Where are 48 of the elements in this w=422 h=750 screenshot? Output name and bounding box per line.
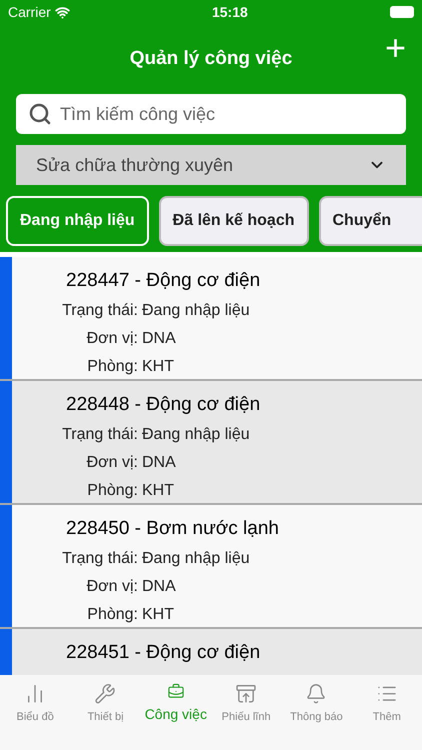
field-label: Đơn vị: bbox=[86, 328, 138, 348]
tools-icon bbox=[93, 683, 118, 704]
search-icon bbox=[28, 102, 52, 126]
tab-item[interactable]: Phiếu lĩnh bbox=[210, 683, 282, 725]
filter-chip[interactable]: Chuyển bbox=[318, 196, 422, 246]
battery-icon bbox=[390, 6, 414, 18]
filter-chip[interactable]: Đang nhập liệu bbox=[6, 196, 149, 246]
tab-item[interactable]: Công việc bbox=[140, 683, 211, 725]
wifi-icon bbox=[54, 4, 70, 20]
tab-item[interactable]: Thêm bbox=[352, 683, 422, 725]
tab-item[interactable]: Biểu đồ bbox=[0, 683, 70, 725]
field-label: Phòng: bbox=[86, 604, 138, 624]
add-button[interactable]: + bbox=[384, 30, 406, 66]
clock: 15:18 bbox=[212, 2, 248, 22]
field-value: Đang nhập liệu bbox=[142, 548, 251, 568]
field-value: KHT bbox=[142, 604, 175, 624]
field-value: DNA bbox=[142, 328, 177, 348]
search-input[interactable]: Tìm kiếm công việc bbox=[60, 100, 394, 128]
field-value: DNA bbox=[142, 576, 177, 596]
field-label: Trạng thái: bbox=[61, 548, 138, 568]
field-label: Trạng thái: bbox=[61, 300, 138, 320]
job-card[interactable]: 228448 - Động cơ điện Trạng thái: Đang nhập liệu Đơn vị: DNA Phòng: KHT bbox=[0, 381, 422, 505]
field-value: DNA bbox=[142, 452, 177, 472]
archive-icon bbox=[234, 683, 258, 704]
job-card[interactable]: 228447 - Động cơ điện Trạng thái: Đang nhập liệu Đơn vị: DNA Phòng: KHT bbox=[0, 257, 422, 381]
field-label: Đơn vị: bbox=[86, 576, 138, 596]
field-value: KHT bbox=[142, 480, 175, 500]
job-title: 228447 - Động cơ điện bbox=[66, 269, 260, 293]
field-label: Phòng: bbox=[86, 356, 138, 376]
field-label: Đơn vị: bbox=[86, 452, 138, 472]
field-value: Đang nhập liệu bbox=[142, 424, 251, 444]
field-label: Trạng thái: bbox=[61, 424, 138, 444]
field-value: Đang nhập liệu bbox=[142, 300, 251, 320]
field-label: Phòng: bbox=[86, 480, 138, 500]
tab-item[interactable]: Thiết bị bbox=[70, 683, 141, 725]
job-card[interactable]: 228450 - Bơm nước lạnh Trạng thái: Đang nhập liệu Đơn vị: DNA Phòng: KHT bbox=[0, 505, 422, 629]
tab-item[interactable]: Thông báo bbox=[281, 683, 352, 725]
job-title: 228448 - Động cơ điện bbox=[66, 393, 260, 417]
search-field[interactable]: Tìm kiếm công việc bbox=[16, 94, 406, 134]
job-card[interactable]: 228451 - Động cơ điện bbox=[0, 629, 422, 675]
page-title: Quản lý công việc bbox=[130, 46, 292, 71]
job-title: 228450 - Bơm nước lạnh bbox=[66, 517, 279, 541]
job-title: 228451 - Động cơ điện bbox=[66, 641, 260, 665]
status-stripe bbox=[0, 629, 12, 675]
field-value: KHT bbox=[142, 356, 175, 376]
carrier-label: Carrier bbox=[8, 2, 51, 22]
filter-chip[interactable]: Đã lên kế hoạch bbox=[158, 196, 308, 246]
category-dropdown[interactable]: Sửa chữa thường xuyên bbox=[16, 145, 406, 185]
